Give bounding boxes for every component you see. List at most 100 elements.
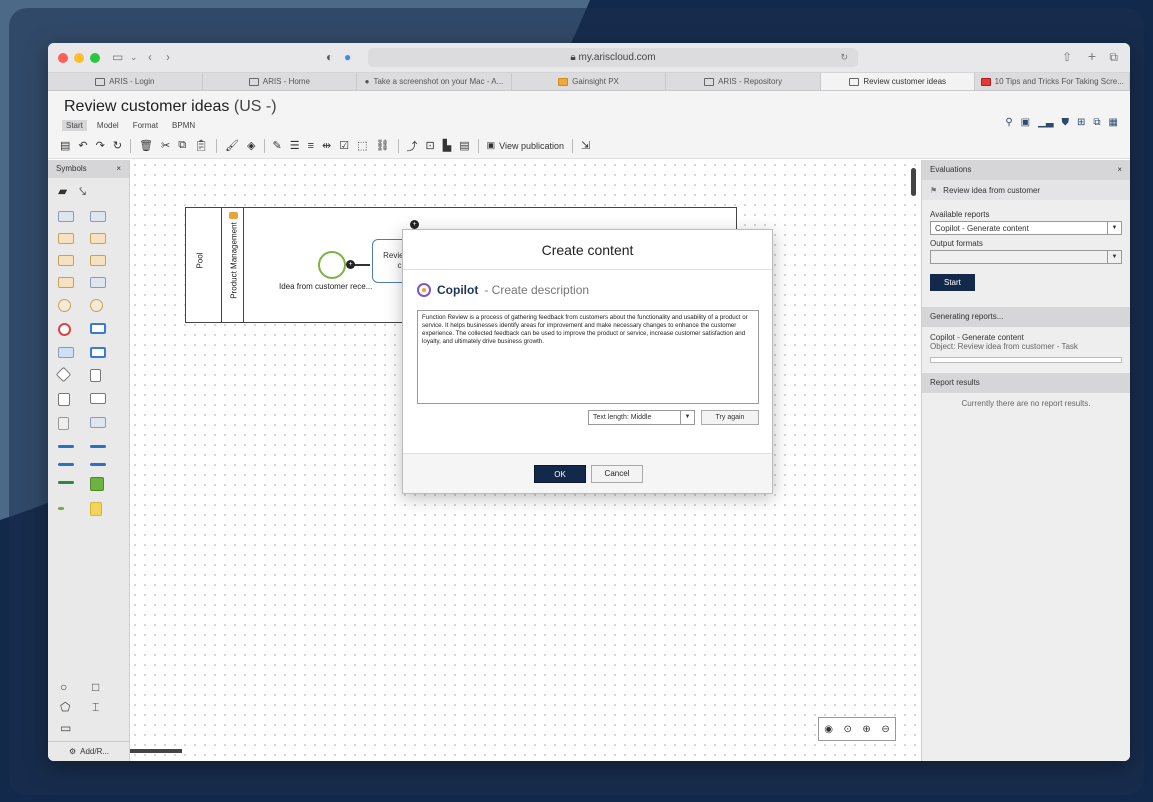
privacy-shield-icon[interactable]: ◐ xyxy=(326,50,333,64)
list-icon[interactable]: ▤ xyxy=(459,139,469,152)
browser-tab[interactable]: 10 Tips and Tricks For Taking Scre... xyxy=(975,73,1130,90)
description-textarea[interactable]: Function Review is a process of gatherin… xyxy=(417,310,759,404)
tab-bpmn[interactable]: BPMN xyxy=(168,120,199,131)
sidebar-toggle-icon[interactable]: ▭ xyxy=(112,50,123,64)
gateway-diamond-symbol[interactable] xyxy=(55,366,72,383)
cut-icon[interactable]: ✂ xyxy=(161,139,170,152)
message-symbol[interactable] xyxy=(90,393,106,404)
text-tool-icon[interactable]: ⌶ xyxy=(92,700,112,715)
chart-icon[interactable]: ▁▃ xyxy=(1038,117,1053,128)
horizontal-scrollbar[interactable] xyxy=(130,749,182,753)
format-painter-icon[interactable]: 🖌︎ xyxy=(225,139,239,152)
output-symbol[interactable] xyxy=(90,417,106,428)
properties-icon[interactable]: ▣ xyxy=(1021,117,1030,128)
table-icon[interactable]: ▦ xyxy=(1109,117,1118,128)
subprocess-symbol[interactable] xyxy=(90,211,106,222)
circle-tool-icon[interactable]: ○ xyxy=(60,680,80,694)
link-icon[interactable]: ⛓︎ xyxy=(376,139,390,152)
task-symbol[interactable] xyxy=(58,211,74,222)
forward-icon[interactable]: › xyxy=(166,50,170,64)
view-publication-button[interactable]: ▣ View publication xyxy=(487,140,564,151)
chevron-down-icon[interactable]: ⌄ xyxy=(130,52,138,63)
shape-icon[interactable]: ⬚ xyxy=(357,139,367,152)
line-color-icon[interactable]: ✎ xyxy=(273,139,282,152)
save-icon[interactable]: ▤ xyxy=(60,139,70,152)
gateway-symbol[interactable] xyxy=(58,255,74,266)
comments-icon[interactable]: ⧉ xyxy=(1093,117,1100,128)
system-symbol[interactable] xyxy=(90,477,104,491)
undo-icon[interactable]: ↶ xyxy=(78,139,87,152)
start-button[interactable]: Start xyxy=(930,274,975,291)
flow-symbol[interactable] xyxy=(58,445,74,448)
rectangle-tool-icon[interactable]: □ xyxy=(92,680,112,694)
layout-icon[interactable]: ⊡ xyxy=(426,139,435,152)
grid-icon[interactable]: ⊞ xyxy=(1077,117,1085,128)
data-symbol[interactable] xyxy=(58,277,74,288)
connection-icon[interactable]: ⤴ xyxy=(407,138,418,154)
zoom-window-button[interactable] xyxy=(90,53,100,63)
cancel-button[interactable]: Cancel xyxy=(591,465,643,483)
zoom-fit-icon[interactable]: ⊙ xyxy=(844,724,852,735)
eye-icon[interactable]: ◉ xyxy=(824,724,833,735)
available-reports-select[interactable]: Copilot - Generate content ▼ xyxy=(930,221,1122,235)
search-icon[interactable]: ⚲ xyxy=(1005,117,1012,128)
end-event-symbol[interactable] xyxy=(58,323,71,336)
tab-overview-icon[interactable]: ⧉ xyxy=(1109,50,1118,65)
zoom-out-icon[interactable]: ⊖ xyxy=(881,724,889,735)
note-symbol[interactable] xyxy=(90,502,102,516)
new-tab-icon[interactable]: + xyxy=(1088,48,1096,64)
event-symbol[interactable] xyxy=(90,233,106,244)
document-symbol[interactable] xyxy=(90,369,101,382)
delete-icon[interactable]: 🗑︎ xyxy=(139,139,153,152)
copy-icon[interactable]: ⧉ xyxy=(178,139,186,152)
tab-start[interactable]: Start xyxy=(62,120,87,131)
close-icon[interactable]: × xyxy=(1117,165,1122,175)
output-formats-select[interactable]: ▼ xyxy=(930,250,1122,264)
intermediate-event-symbol[interactable] xyxy=(90,299,103,312)
lane-symbol[interactable] xyxy=(58,481,74,484)
paste-icon[interactable]: 📋︎ xyxy=(194,139,208,152)
reload-icon[interactable]: ↻ xyxy=(840,48,848,67)
input-symbol[interactable] xyxy=(58,417,69,430)
flow-symbol[interactable] xyxy=(90,445,106,448)
bar-icon[interactable]: ▙ xyxy=(443,139,451,152)
close-window-button[interactable] xyxy=(58,53,68,63)
pointer-icon[interactable]: ⤥ xyxy=(79,184,86,199)
ok-button[interactable]: OK xyxy=(534,465,586,483)
add-remove-button[interactable]: ⚙ Add/R... xyxy=(48,741,130,761)
transaction-symbol[interactable] xyxy=(90,347,106,358)
vertical-scrollbar[interactable] xyxy=(911,168,916,196)
spacing-icon[interactable]: ⇹ xyxy=(322,139,331,152)
check-icon[interactable]: ☑ xyxy=(339,139,349,152)
small-symbol[interactable] xyxy=(58,507,64,510)
image-tool-icon[interactable]: ▭ xyxy=(60,721,80,735)
back-icon[interactable]: ‹ xyxy=(148,50,152,64)
database-symbol[interactable] xyxy=(58,393,70,406)
tab-format[interactable]: Format xyxy=(129,120,162,131)
browser-tab[interactable]: ARIS - Login xyxy=(48,73,203,90)
try-again-button[interactable]: Try again xyxy=(701,410,759,425)
minimize-window-button[interactable] xyxy=(74,53,84,63)
association-symbol[interactable] xyxy=(58,463,74,466)
browser-tab[interactable]: ARIS - Repository xyxy=(666,73,821,90)
add-above-icon[interactable]: + xyxy=(410,220,419,229)
password-icon[interactable]: ● xyxy=(344,50,351,64)
data-symbol[interactable] xyxy=(90,277,106,288)
call-activity-symbol[interactable] xyxy=(58,347,74,358)
redo-icon[interactable]: ↷ xyxy=(96,139,105,152)
browser-tab-active[interactable]: Review customer ideas xyxy=(820,73,976,90)
gateway-symbol[interactable] xyxy=(90,255,106,266)
address-bar[interactable]: 🔒︎ my.ariscloud.com ↻ xyxy=(368,48,858,67)
align-icon[interactable]: ☰ xyxy=(290,139,300,152)
start-event[interactable] xyxy=(318,251,346,279)
activity-symbol[interactable] xyxy=(90,323,106,334)
browser-tab[interactable]: ● Take a screenshot on your Mac - A... xyxy=(357,73,512,90)
add-symbol-icon[interactable]: ▰ xyxy=(58,184,67,199)
zoom-in-icon[interactable]: ⊕ xyxy=(862,724,870,735)
tab-model[interactable]: Model xyxy=(93,120,123,131)
share-icon[interactable]: ⇧ xyxy=(1062,50,1072,64)
browser-tab[interactable]: ARIS - Home xyxy=(203,73,358,90)
browser-tab[interactable]: Gainsight PX xyxy=(512,73,667,90)
text-length-select[interactable]: Text length: Middle ▼ xyxy=(588,410,695,425)
shield-icon[interactable]: ⛊ xyxy=(1062,117,1070,128)
